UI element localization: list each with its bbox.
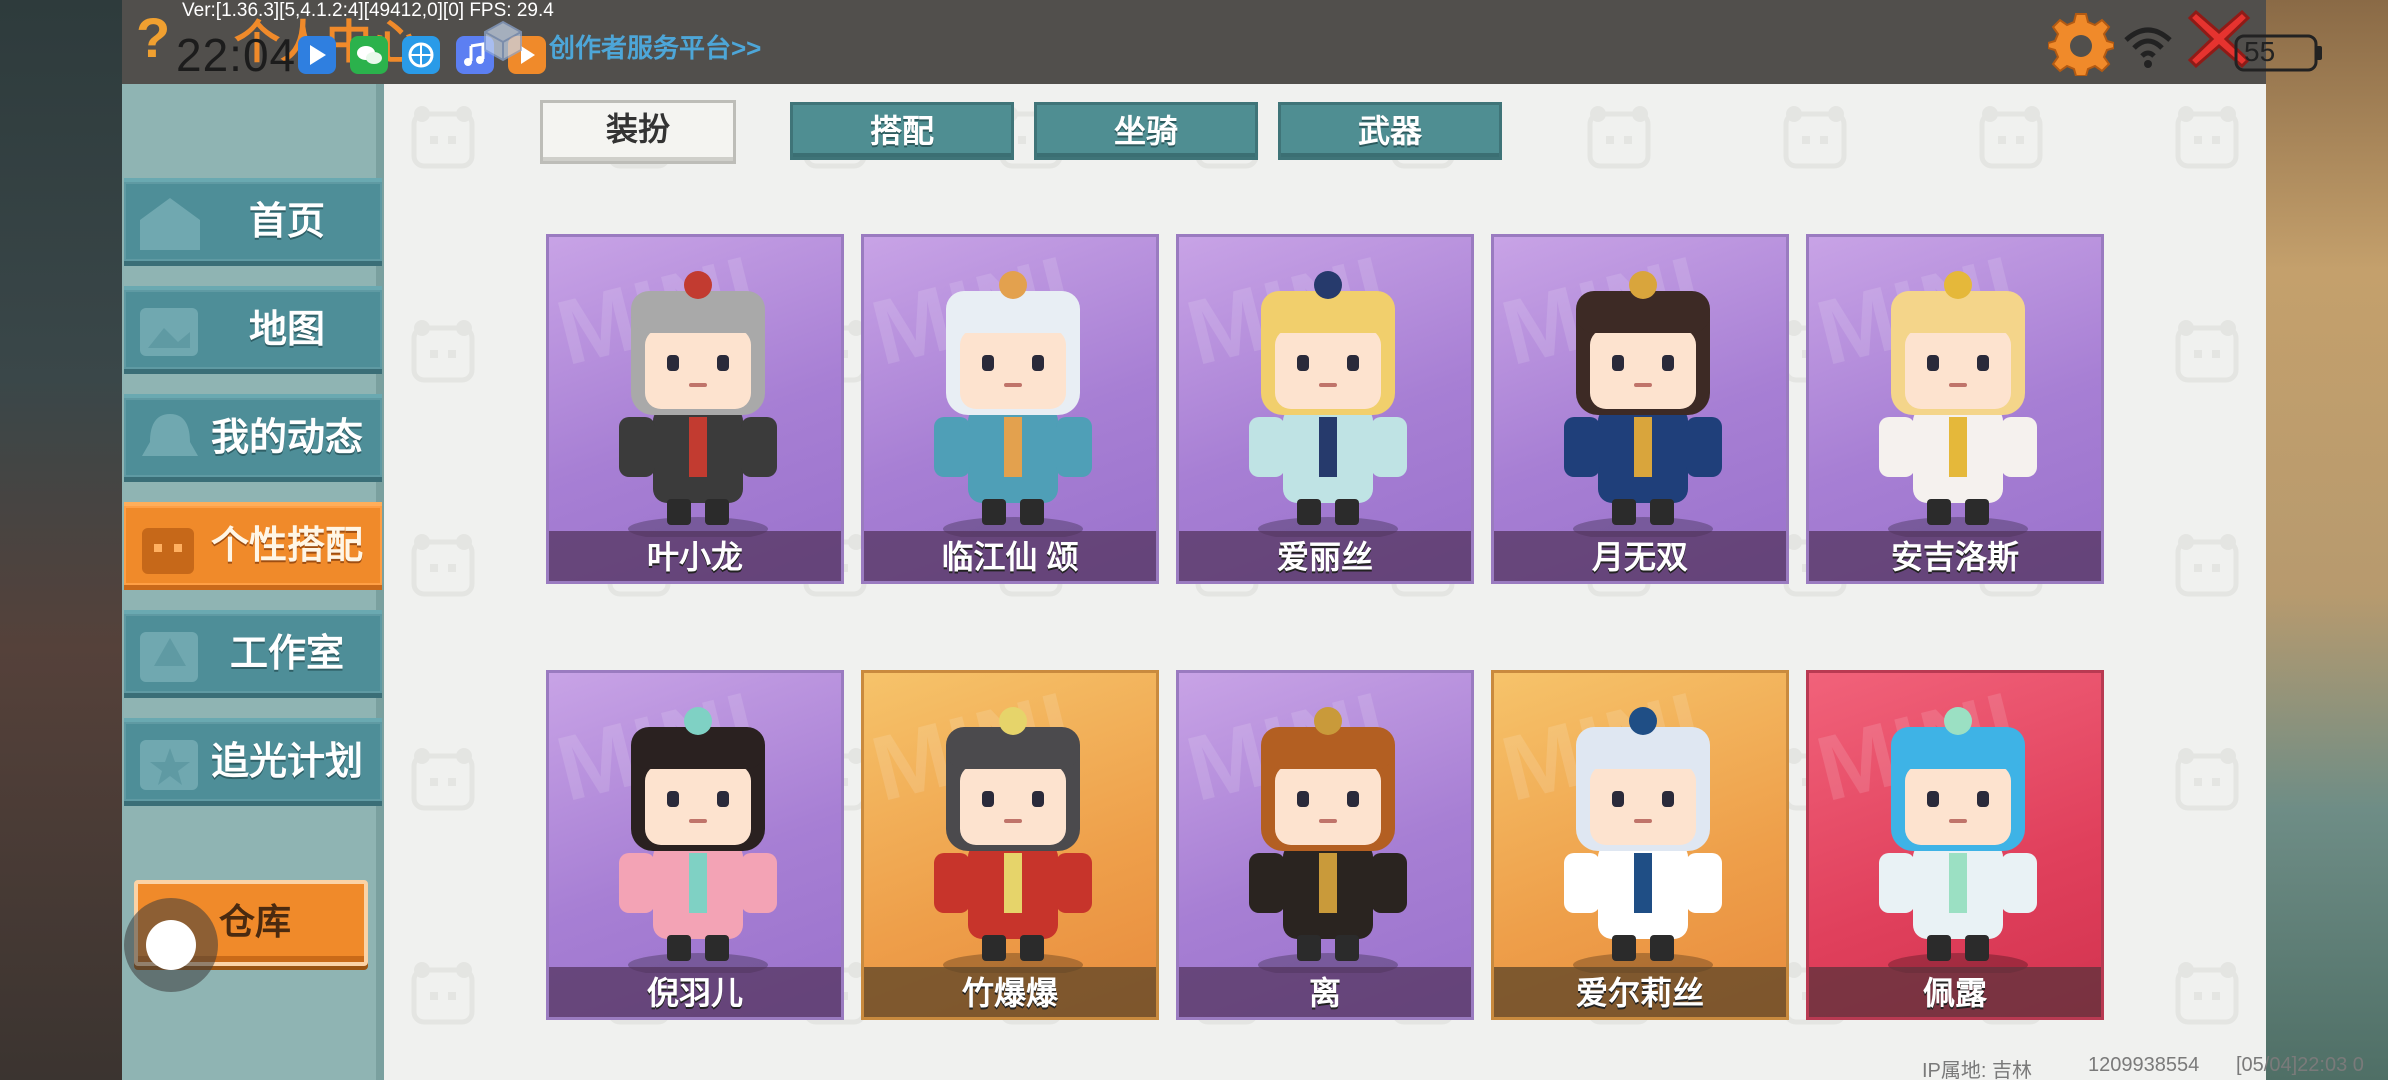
tab-costume[interactable]: 装扮 xyxy=(540,100,736,164)
home-icon xyxy=(140,198,200,250)
tab-mount[interactable]: 坐骑 xyxy=(1034,102,1258,160)
tab-label: 坐骑 xyxy=(1113,113,1178,149)
sidebar-item-label: 我的动态 xyxy=(210,417,363,459)
background-left xyxy=(0,0,122,1080)
card-name-bar: 爱尔莉丝 xyxy=(1494,967,1786,1017)
card-name-bar: 离 xyxy=(1179,967,1471,1017)
sidebar-item-label: 地图 xyxy=(248,309,325,351)
character-name: 竹爆爆 xyxy=(961,975,1058,1011)
character-portrait xyxy=(934,271,1092,537)
floating-assistant-button[interactable] xyxy=(124,898,218,992)
costume-card[interactable]: MINI月无双 xyxy=(1491,234,1789,584)
costume-card[interactable]: MINI竹爆爆 xyxy=(861,670,1159,1020)
costume-card[interactable]: MINI爱尔莉丝 xyxy=(1491,670,1789,1020)
character-name: 叶小龙 xyxy=(646,539,743,575)
tab-weapon[interactable]: 武器 xyxy=(1278,102,1502,160)
main-panel: 装扮 搭配 坐骑 武器 MINI叶小龙MINI临江仙 颂MINI爱丽丝MINI月… xyxy=(384,84,2266,1080)
character-portrait xyxy=(619,707,777,973)
costume-card[interactable]: MINI佩露 xyxy=(1806,670,2104,1020)
ip-location: IP属地: 吉林 xyxy=(1922,1060,2033,1080)
card-name-bar: 倪羽儿 xyxy=(549,967,841,1017)
card-name-bar: 安吉洛斯 xyxy=(1809,531,2101,581)
tab-label: 装扮 xyxy=(605,111,670,147)
card-name-bar: 爱丽丝 xyxy=(1179,531,1471,581)
floating-assistant-dot xyxy=(146,920,196,970)
character-portrait xyxy=(1564,271,1722,537)
status-clock: 22:04 xyxy=(176,29,297,81)
costume-card[interactable]: MINI爱丽丝 xyxy=(1176,234,1474,584)
costume-card[interactable]: MINI倪羽儿 xyxy=(546,670,844,1020)
wechat-icon xyxy=(350,36,388,74)
character-portrait xyxy=(1879,707,2037,973)
screen: { "status_bar": { "debug": "Ver:[1.36.3]… xyxy=(0,0,2388,1080)
gear-icon[interactable] xyxy=(2048,10,2114,76)
costume-card[interactable]: MINI临江仙 颂 xyxy=(861,234,1159,584)
sidebar-item-label: 首页 xyxy=(248,201,325,243)
tab-label: 武器 xyxy=(1357,113,1422,149)
sidebar-item-label: 追光计划 xyxy=(210,741,363,783)
sidebar-item-home[interactable]: 首页 xyxy=(124,178,382,266)
tab-match[interactable]: 搭配 xyxy=(790,102,1014,160)
map-icon xyxy=(140,308,198,356)
sidebar-item-label: 个性搭配 xyxy=(210,525,363,567)
wifi-icon xyxy=(2124,27,2172,68)
character-name: 临江仙 颂 xyxy=(941,539,1079,575)
character-name: 爱尔莉丝 xyxy=(1575,975,1704,1011)
costume-card[interactable]: MINI离 xyxy=(1176,670,1474,1020)
bell-icon xyxy=(142,414,198,456)
card-name-bar: 月无双 xyxy=(1494,531,1786,581)
sidebar-item-label: 工作室 xyxy=(229,633,344,675)
sidebar-item-chase-light[interactable]: 追光计划 xyxy=(124,718,382,806)
card-name-bar: 叶小龙 xyxy=(549,531,841,581)
character-portrait xyxy=(1564,707,1722,973)
app-notification-icon xyxy=(298,36,336,74)
user-id: 1209938554 xyxy=(2088,1054,2200,1076)
outfit-icon xyxy=(142,528,194,574)
character-name: 佩露 xyxy=(1922,975,1987,1011)
costume-card[interactable]: MINI安吉洛斯 xyxy=(1806,234,2104,584)
character-portrait xyxy=(934,707,1092,973)
card-name-bar: 竹爆爆 xyxy=(864,967,1156,1017)
sidebar-item-map[interactable]: 地图 xyxy=(124,286,382,374)
background-right xyxy=(2266,0,2388,1080)
character-name: 离 xyxy=(1308,975,1341,1011)
character-name: 安吉洛斯 xyxy=(1890,539,2019,575)
card-name-bar: 临江仙 颂 xyxy=(864,531,1156,581)
sidebar-item-studio[interactable]: 工作室 xyxy=(124,610,382,698)
timestamp: [05/04]22:03 0 xyxy=(2236,1054,2364,1076)
help-icon[interactable]: ? xyxy=(136,10,170,66)
character-portrait xyxy=(1249,271,1407,537)
character-name: 月无双 xyxy=(1591,539,1688,575)
battery-level: 55 xyxy=(2244,36,2276,67)
sidebar-item-activity[interactable]: 我的动态 xyxy=(124,394,382,482)
browser-icon xyxy=(402,36,440,74)
character-portrait xyxy=(619,271,777,537)
sidebar-item-outfit[interactable]: 个性搭配 xyxy=(124,502,382,590)
creator-platform-link[interactable]: 创作者服务平台>> xyxy=(549,28,761,65)
character-portrait xyxy=(1249,707,1407,973)
card-name-bar: 佩露 xyxy=(1809,967,2101,1017)
character-name: 倪羽儿 xyxy=(646,975,743,1011)
tree-icon xyxy=(140,632,198,682)
character-name: 爱丽丝 xyxy=(1276,539,1373,575)
star-icon xyxy=(140,740,198,790)
character-portrait xyxy=(1879,271,2037,537)
cube-logo-icon xyxy=(484,20,522,62)
costume-card[interactable]: MINI叶小龙 xyxy=(546,234,844,584)
tab-label: 搭配 xyxy=(869,113,934,149)
